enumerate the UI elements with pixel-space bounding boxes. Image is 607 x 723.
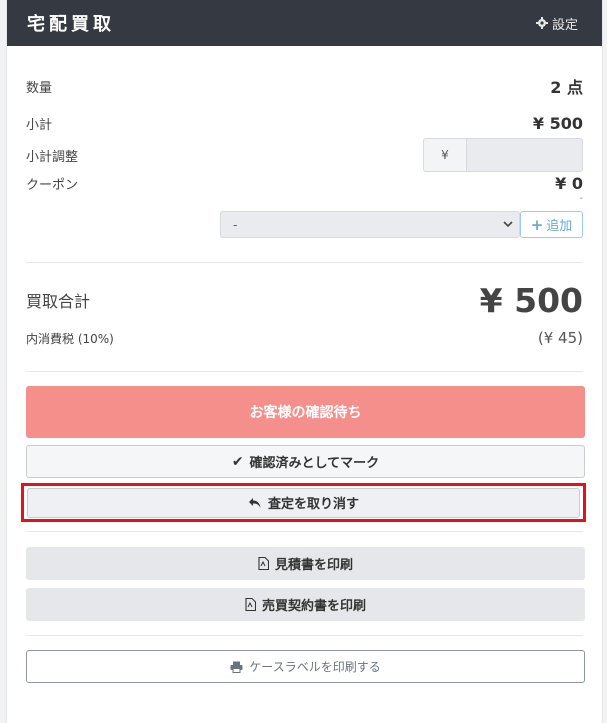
tax-value: (¥ 45): [537, 329, 583, 347]
coupon-select[interactable]: -: [220, 211, 520, 238]
gear-icon: [535, 17, 548, 29]
check-icon: ✔: [231, 453, 244, 470]
print-case-label-label: ケースラベルを印刷する: [249, 660, 381, 674]
quantity-value: 2 点: [550, 78, 583, 97]
cancel-assessment-label: 査定を取り消す: [267, 497, 359, 512]
print-case-label-button[interactable]: ケースラベルを印刷する: [26, 650, 585, 683]
takuhai-kaitori-panel: 宅配買取 設定 数量 2 点 小計 ¥ 500 小計調整 ¥ クーポン ¥ 0 …: [6, 0, 603, 723]
undo-icon: [248, 497, 261, 508]
total-value: ¥ 500: [479, 280, 583, 320]
print-estimate-button[interactable]: 見積書を印刷: [26, 547, 585, 580]
mark-confirmed-label: 確認済みとしてマーク: [249, 456, 380, 471]
subtotal-adjust-group: ¥: [423, 138, 583, 172]
subtotal-adjust-label: 小計調整: [26, 149, 79, 165]
status-label: お客様の確認待ち: [249, 405, 362, 421]
divider: [26, 262, 583, 263]
subtotal-value: ¥ 500: [532, 113, 583, 133]
panel-title: 宅配買取: [27, 14, 115, 35]
print-contract-label: 売買契約書を印刷: [261, 599, 366, 614]
print-estimate-label: 見積書を印刷: [274, 558, 353, 573]
settings-link[interactable]: 設定: [535, 14, 578, 33]
cancel-assessment-button[interactable]: 査定を取り消す: [27, 487, 580, 518]
coupon-label: クーポン: [26, 177, 79, 193]
quantity-row: 数量 2 点: [26, 76, 583, 97]
status-button[interactable]: お客様の確認待ち: [26, 386, 585, 438]
subtotal-row: 小計 ¥ 500: [26, 113, 583, 133]
chevron-down-icon: [503, 221, 513, 228]
plus-icon: +: [530, 215, 544, 234]
subtotal-adjust-row: 小計調整 ¥: [26, 138, 583, 172]
mark-confirmed-button[interactable]: ✔ 確認済みとしてマーク: [26, 445, 585, 478]
tax-row: 内消費税 (10%) (¥ 45): [26, 328, 583, 348]
divider: [26, 531, 583, 532]
total-row: 買取合計 ¥ 500: [26, 280, 583, 320]
yen-prefix: ¥: [423, 138, 466, 172]
coupon-row: クーポン ¥ 0: [26, 173, 583, 193]
printer-icon: [230, 661, 243, 673]
divider: [26, 371, 583, 372]
panel-header: 宅配買取 設定: [7, 0, 602, 46]
coupon-select-value: -: [233, 217, 238, 232]
divider: [26, 635, 583, 636]
subtotal-label: 小計: [26, 117, 53, 133]
coupon-add-button[interactable]: + 追加: [520, 211, 583, 238]
total-label: 買取合計: [26, 292, 91, 311]
coupon-value: ¥ 0: [555, 173, 583, 193]
coupon-add-label: 追加: [546, 219, 573, 234]
highlight-box: 査定を取り消す: [21, 483, 586, 522]
print-contract-button[interactable]: 売買契約書を印刷: [26, 588, 585, 621]
pdf-file-icon: [245, 598, 256, 611]
subtotal-adjust-input[interactable]: [466, 138, 583, 172]
settings-label: 設定: [551, 17, 578, 33]
pdf-file-icon: [258, 557, 269, 570]
quantity-label: 数量: [26, 80, 53, 96]
coupon-select-row: - + 追加: [26, 211, 583, 238]
tax-label: 内消費税 (10%): [26, 331, 114, 346]
coupon-note: -: [579, 193, 583, 204]
